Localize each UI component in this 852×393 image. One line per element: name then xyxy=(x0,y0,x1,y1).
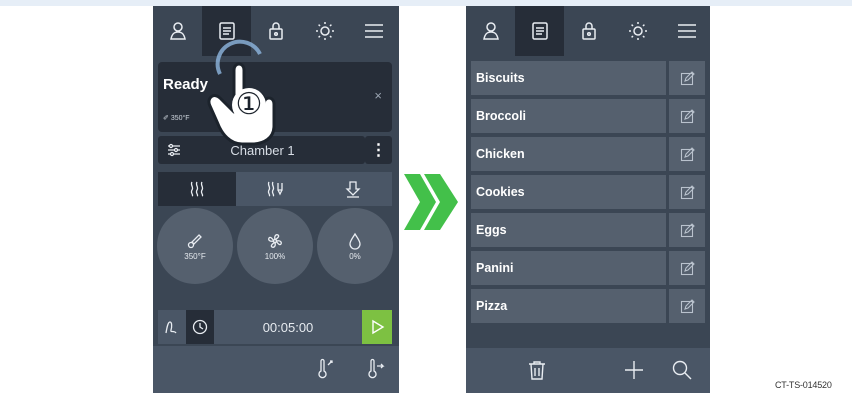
start-button[interactable] xyxy=(362,310,392,344)
tab-brightness[interactable] xyxy=(613,6,662,56)
list-item[interactable]: Chicken xyxy=(471,137,705,171)
menu-icon xyxy=(364,24,383,38)
edit-icon xyxy=(680,184,695,199)
recipe-name[interactable]: Biscuits xyxy=(471,61,666,95)
tab-user[interactable] xyxy=(153,6,202,56)
edit-button[interactable] xyxy=(669,175,705,209)
mode-fan-down[interactable] xyxy=(314,172,392,206)
status-temperature: ✐ 350°F xyxy=(163,115,190,122)
recipe-list: Biscuits Broccoli Chicken Cookies Eggs P… xyxy=(471,61,705,327)
edit-button[interactable] xyxy=(669,137,705,171)
right-bottom-bar xyxy=(466,348,710,393)
probe-remove-icon[interactable] xyxy=(365,358,385,380)
next-step-arrow-icon xyxy=(404,174,458,230)
edit-icon xyxy=(680,298,695,313)
edit-button[interactable] xyxy=(669,61,705,95)
user-icon xyxy=(482,22,499,40)
list-item[interactable]: Cookies xyxy=(471,175,705,209)
right-screen: Biscuits Broccoli Chicken Cookies Eggs P… xyxy=(466,6,710,393)
list-item[interactable]: Eggs xyxy=(471,213,705,247)
recipe-name[interactable]: Pizza xyxy=(471,289,666,323)
list-item[interactable]: Broccoli xyxy=(471,99,705,133)
search-icon[interactable] xyxy=(671,359,693,381)
timer-value[interactable]: 00:05:00 xyxy=(214,310,362,344)
temperature-dial[interactable]: 350°F xyxy=(157,208,233,284)
clock-icon xyxy=(192,319,208,335)
mode-heat[interactable] xyxy=(158,172,236,206)
top-band xyxy=(0,0,852,6)
tab-brightness[interactable] xyxy=(300,6,349,56)
temperature-value: 350°F xyxy=(184,251,206,261)
trash-icon[interactable] xyxy=(526,359,548,381)
fan-icon xyxy=(268,233,282,248)
settings-sliders-icon[interactable] xyxy=(158,142,190,158)
recipe-name[interactable]: Panini xyxy=(471,251,666,285)
humidity-icon xyxy=(349,232,361,250)
timer-mode-button[interactable] xyxy=(186,310,214,344)
mode-heat-fan[interactable] xyxy=(236,172,314,206)
fan-value: 100% xyxy=(264,251,286,261)
program-button[interactable] xyxy=(158,310,186,344)
edit-button[interactable] xyxy=(669,251,705,285)
heat-mode-icon xyxy=(190,181,204,197)
mode-selector xyxy=(158,172,392,206)
recipe-name[interactable]: Chicken xyxy=(471,137,666,171)
recipe-name[interactable]: Eggs xyxy=(471,213,666,247)
fan-down-mode-icon xyxy=(345,181,361,198)
edit-button[interactable] xyxy=(669,99,705,133)
user-icon xyxy=(169,22,186,40)
play-icon xyxy=(372,319,385,335)
edit-icon xyxy=(680,70,695,85)
humidity-value: 0% xyxy=(349,251,361,261)
tab-menu[interactable] xyxy=(662,6,710,56)
edit-icon xyxy=(680,222,695,237)
tab-recipes[interactable] xyxy=(515,6,564,56)
heat-fan-mode-icon xyxy=(267,181,283,197)
program-curve-icon xyxy=(165,321,177,334)
timer-row: 00:05:00 xyxy=(158,310,392,344)
humidity-dial[interactable]: 0% xyxy=(317,208,393,284)
brightness-icon xyxy=(315,22,334,40)
left-bottom-bar xyxy=(153,346,399,393)
more-options-button[interactable]: ⋮ xyxy=(365,136,392,164)
recipe-name[interactable]: Cookies xyxy=(471,175,666,209)
tab-lock[interactable] xyxy=(564,6,613,56)
list-item[interactable]: Pizza xyxy=(471,289,705,323)
edit-button[interactable] xyxy=(669,213,705,247)
temperature-probe-icon xyxy=(187,233,202,248)
status-temperature-value: 350°F xyxy=(170,115,190,122)
figure-code: CT-TS-014520 xyxy=(775,380,832,390)
list-item[interactable]: Biscuits xyxy=(471,61,705,95)
fan-dial[interactable]: 100% xyxy=(237,208,313,284)
menu-icon xyxy=(677,24,696,38)
tab-user[interactable] xyxy=(466,6,515,56)
recipe-book-icon xyxy=(531,22,548,40)
close-icon[interactable]: × xyxy=(374,88,382,103)
tab-menu[interactable] xyxy=(349,6,398,56)
recipe-name[interactable]: Broccoli xyxy=(471,99,666,133)
list-item[interactable]: Panini xyxy=(471,251,705,285)
brightness-icon xyxy=(628,22,647,40)
lock-icon xyxy=(581,22,596,40)
touch-hand-icon xyxy=(207,39,276,146)
edit-icon xyxy=(680,260,695,275)
edit-icon xyxy=(680,108,695,123)
edit-button[interactable] xyxy=(669,289,705,323)
probe-insert-icon[interactable] xyxy=(315,358,335,380)
add-icon[interactable] xyxy=(623,359,645,381)
edit-icon xyxy=(680,146,695,161)
nav-bar xyxy=(466,6,710,56)
step-callout-number: ① xyxy=(232,88,266,122)
